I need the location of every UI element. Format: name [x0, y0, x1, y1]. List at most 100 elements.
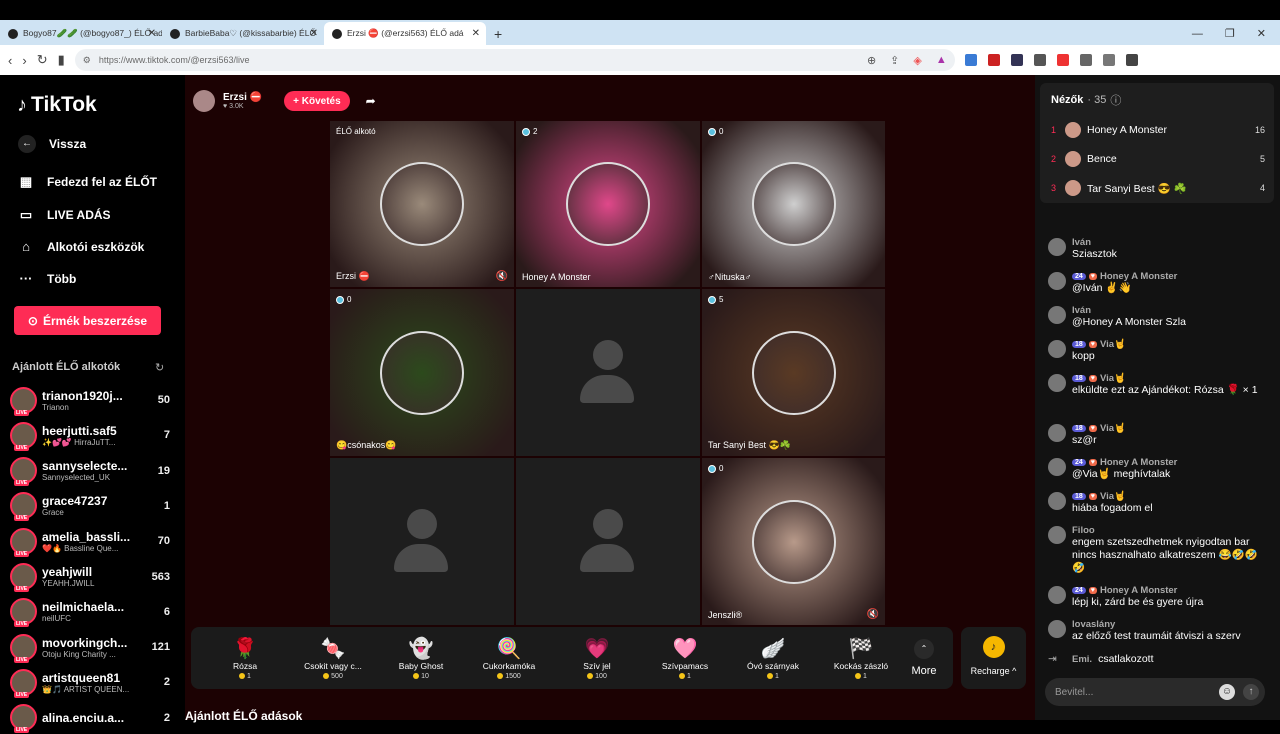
browser-tab[interactable]: BarbieBaba♡ (@kissabarbie) ÉLŐ ✕ [162, 22, 324, 45]
avatar[interactable] [1048, 492, 1066, 510]
extension-icon[interactable] [964, 54, 977, 66]
viewer-row[interactable]: 2 Bence 5 [1051, 149, 1265, 169]
gift-item[interactable]: 🩷 Szívpamacs 1 [641, 637, 729, 680]
suggested-creator[interactable]: trianon1920j... Trianon 50 [10, 384, 170, 416]
shield-icon[interactable]: ◈ [913, 54, 921, 67]
avatar[interactable] [1048, 306, 1066, 324]
gift-item[interactable]: 🍬 Csokit vagy c... 500 [289, 637, 377, 680]
avatar[interactable] [1048, 526, 1066, 544]
extension-icon[interactable] [1102, 54, 1115, 66]
avatar[interactable] [1048, 340, 1066, 358]
tiktok-logo[interactable]: ♪ TikTok [17, 93, 97, 117]
close-icon[interactable]: ✕ [472, 28, 480, 39]
avatar[interactable] [1048, 272, 1066, 290]
chat-username[interactable]: Via🤘 [1100, 339, 1126, 350]
more-gifts-button[interactable]: ⌃ More [905, 639, 943, 677]
creator-name: artistqueen81 [42, 670, 121, 685]
chat-username[interactable]: Honey A Monster [1100, 457, 1177, 468]
extension-icon[interactable] [1010, 54, 1023, 66]
zoom-icon[interactable]: ⊕ [867, 54, 876, 67]
guest-tile[interactable]: ÉLŐ alkotó Erzsi ⛔ 🔇 [329, 120, 515, 288]
chat-username[interactable]: Via🤘 [1100, 491, 1126, 502]
avatar[interactable] [1048, 374, 1066, 392]
gift-item[interactable]: 🍭 Cukorkamóka 1500 [465, 637, 553, 680]
extension-icon[interactable] [1056, 54, 1069, 66]
emoji-icon[interactable]: ☺ [1219, 684, 1235, 700]
gift-item[interactable]: 💗 Szív jel 100 [553, 637, 641, 680]
send-icon[interactable]: ↑ [1243, 684, 1259, 700]
chat-username[interactable]: Via🤘 [1100, 373, 1126, 384]
gift-item[interactable]: 👻 Baby Ghost 10 [377, 637, 465, 680]
browser-tab-active[interactable]: Erzsi ⛔ (@erzsi563) ÉLŐ adá ✕ [324, 22, 486, 45]
suggested-creator[interactable]: heerjutti.saf5 ✨💕💕 HirraJuTT... 7 [10, 419, 170, 451]
restore-icon[interactable]: ❐ [1225, 27, 1235, 40]
avatar[interactable] [1048, 424, 1066, 442]
chat-username[interactable]: Iván [1072, 305, 1091, 316]
nav-more[interactable]: ··· Több [18, 271, 77, 286]
guest-tile[interactable] [515, 457, 701, 626]
avatar[interactable] [1048, 620, 1066, 638]
guest-tile[interactable] [515, 288, 701, 457]
chat-username[interactable]: Honey A Monster [1100, 585, 1177, 596]
info-icon[interactable]: ⓘ [1110, 92, 1121, 108]
chat-username[interactable]: Honey A Monster [1100, 271, 1177, 282]
close-icon[interactable]: ✕ [310, 28, 318, 39]
back-button[interactable]: ← Vissza [18, 135, 86, 153]
score-icon [708, 295, 716, 304]
gift-item[interactable]: 🪽 Óvó szárnyak 1 [729, 637, 817, 680]
bookmark-icon[interactable]: ▮ [58, 52, 65, 68]
suggested-creator[interactable]: sannyselecte... Sannyselected_UK 19 [10, 455, 170, 487]
guest-tile[interactable]: 0 ♂Nituska♂ [701, 120, 886, 288]
site-settings-icon[interactable]: ⚙ [83, 55, 91, 66]
suggested-creator[interactable]: artistqueen81 👑🎵 ARTIST QUEEN... 2 [10, 666, 170, 698]
minimize-icon[interactable]: — [1192, 28, 1203, 40]
refresh-icon[interactable]: ↻ [155, 361, 164, 374]
chat-username[interactable]: lovaslány [1072, 619, 1115, 630]
recharge-button[interactable]: ♪ Recharge ^ [961, 627, 1026, 689]
chat-username[interactable]: Iván [1072, 237, 1091, 248]
viewer-row[interactable]: 1 Honey A Monster 16 [1051, 120, 1265, 140]
nav-explore-live[interactable]: ▦ Fedezd fel az ÉLŐT [18, 174, 157, 190]
gift-item[interactable]: 🏁 Kockás zászló 1 [817, 637, 905, 680]
host-name[interactable]: Erzsi ⛔ [223, 92, 262, 103]
close-window-icon[interactable]: ✕ [1257, 27, 1266, 40]
chat-username[interactable]: Filoo [1072, 525, 1095, 536]
nav-creator-tools[interactable]: ⌂ Alkotói eszközök [18, 239, 144, 254]
avatar[interactable] [1048, 586, 1066, 604]
get-coins-button[interactable]: ⊙ Érmék beszerzése [14, 306, 161, 335]
avatar[interactable] [1048, 458, 1066, 476]
guest-tile[interactable]: 5 Tar Sanyi Best 😎☘️ [701, 288, 886, 457]
host-avatar[interactable] [193, 90, 215, 112]
extension-icon[interactable] [1125, 54, 1138, 66]
forward-arrow-icon[interactable]: › [22, 53, 26, 68]
chat-input[interactable]: Bevitel... ☺ ↑ [1045, 678, 1265, 706]
share-icon[interactable]: ⇪ [890, 54, 899, 67]
new-tab-button[interactable]: + [486, 22, 510, 45]
extension-icon[interactable] [1079, 54, 1092, 66]
suggested-creator[interactable]: neilmichaela... neilUFC 6 [10, 596, 170, 628]
guest-tile[interactable]: 0 😋csónakos😋 [329, 288, 515, 457]
avatar[interactable] [1048, 238, 1066, 256]
share-icon[interactable]: ➦ [366, 94, 376, 108]
extension-icon[interactable] [1033, 54, 1046, 66]
suggested-creator[interactable]: alina.enciu.a... 2 [10, 702, 170, 734]
suggested-creator[interactable]: yeahjwill YEAHH.JWILL 563 [10, 561, 170, 593]
guest-tile[interactable]: 2 Honey A Monster [515, 120, 701, 288]
guest-tile[interactable]: 0 Jenszli® 🔇 [701, 457, 886, 626]
chat-username[interactable]: Via🤘 [1100, 423, 1126, 434]
suggested-creator[interactable]: amelia_bassli... ❤️🔥 Bassline Que... 70 [10, 525, 170, 557]
viewer-row[interactable]: 3 Tar Sanyi Best 😎 ☘️ 4 [1051, 178, 1265, 198]
extension-icon[interactable] [987, 54, 1000, 66]
back-arrow-icon[interactable]: ‹ [8, 53, 12, 68]
warning-icon[interactable]: ▲ [936, 54, 947, 67]
url-field[interactable]: ⚙ https://www.tiktok.com/@erzsi563/live … [74, 49, 955, 71]
browser-tab[interactable]: Bogyo87🥒🥒 (@bogyo87_) ÉLŐ ad ✕ [0, 22, 162, 45]
reload-icon[interactable]: ↻ [37, 52, 48, 68]
close-icon[interactable]: ✕ [148, 28, 156, 39]
guest-tile[interactable] [329, 457, 515, 626]
nav-go-live[interactable]: ▭ LIVE ADÁS [18, 207, 111, 223]
gift-item[interactable]: 🌹 Rózsa 1 [201, 637, 289, 680]
suggested-creator[interactable]: grace47237 Grace 1 [10, 490, 170, 522]
follow-button[interactable]: + Követés [284, 91, 350, 111]
suggested-creator[interactable]: movorkingch... Otoju King Charity ... 12… [10, 631, 170, 663]
